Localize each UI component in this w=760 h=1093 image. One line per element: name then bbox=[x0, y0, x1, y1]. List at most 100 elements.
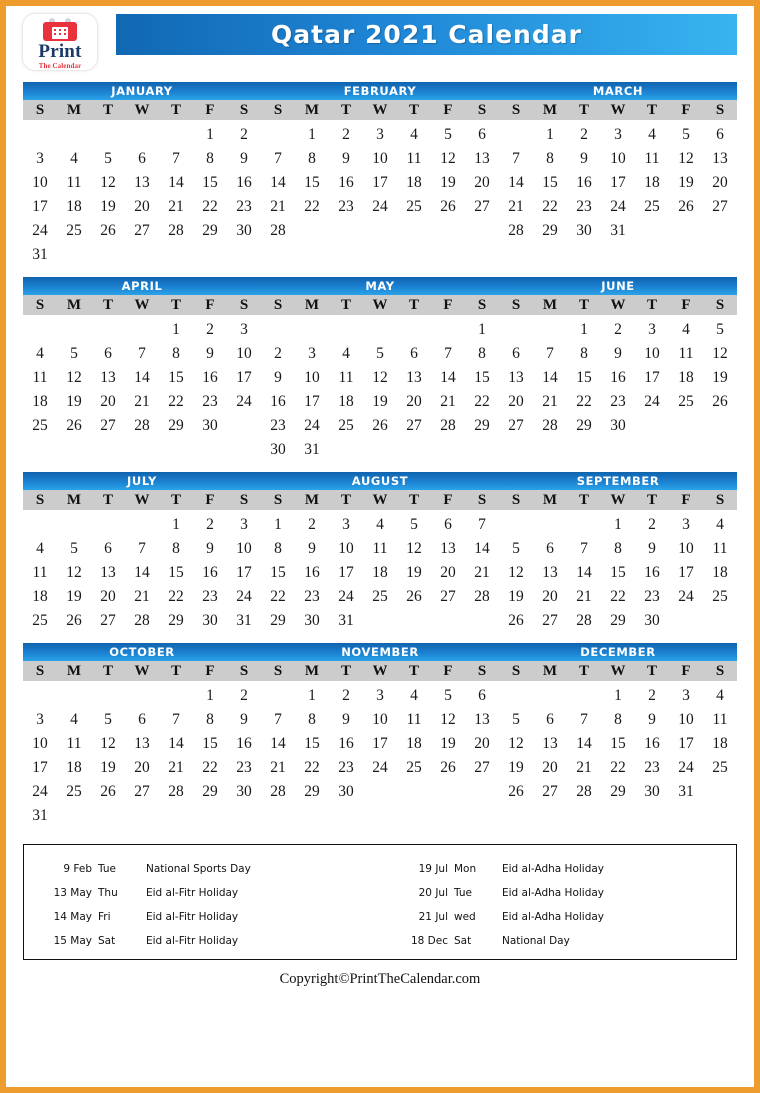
day-cell[interactable]: 24 bbox=[23, 780, 57, 804]
day-cell[interactable]: 16 bbox=[567, 171, 601, 195]
day-cell[interactable]: 4 bbox=[23, 537, 57, 561]
day-cell[interactable]: 15 bbox=[193, 732, 227, 756]
day-cell[interactable]: 24 bbox=[669, 756, 703, 780]
day-cell[interactable]: 13 bbox=[91, 366, 125, 390]
day-cell[interactable]: 10 bbox=[669, 537, 703, 561]
day-cell[interactable]: 4 bbox=[635, 123, 669, 147]
day-cell[interactable]: 12 bbox=[91, 171, 125, 195]
day-cell[interactable]: 14 bbox=[125, 366, 159, 390]
day-cell[interactable]: 5 bbox=[431, 684, 465, 708]
day-cell[interactable]: 26 bbox=[499, 609, 533, 633]
day-cell[interactable]: 8 bbox=[465, 342, 499, 366]
day-cell[interactable]: 16 bbox=[193, 561, 227, 585]
day-cell[interactable]: 1 bbox=[261, 513, 295, 537]
day-cell[interactable]: 14 bbox=[261, 171, 295, 195]
day-cell[interactable]: 18 bbox=[635, 171, 669, 195]
day-cell[interactable]: 25 bbox=[57, 219, 91, 243]
day-cell[interactable]: 18 bbox=[397, 732, 431, 756]
day-cell[interactable]: 29 bbox=[533, 219, 567, 243]
day-cell[interactable]: 27 bbox=[125, 780, 159, 804]
day-cell[interactable]: 12 bbox=[499, 732, 533, 756]
day-cell[interactable]: 14 bbox=[125, 561, 159, 585]
day-cell[interactable]: 7 bbox=[125, 537, 159, 561]
day-cell[interactable]: 27 bbox=[465, 195, 499, 219]
day-cell[interactable]: 27 bbox=[465, 756, 499, 780]
day-cell[interactable]: 20 bbox=[397, 390, 431, 414]
day-cell[interactable]: 28 bbox=[431, 414, 465, 438]
day-cell[interactable]: 11 bbox=[703, 708, 737, 732]
day-cell[interactable]: 19 bbox=[431, 171, 465, 195]
day-cell[interactable]: 10 bbox=[227, 537, 261, 561]
day-cell[interactable]: 6 bbox=[533, 708, 567, 732]
day-cell[interactable]: 22 bbox=[465, 390, 499, 414]
day-cell[interactable]: 29 bbox=[159, 609, 193, 633]
day-cell[interactable]: 17 bbox=[363, 171, 397, 195]
day-cell[interactable]: 20 bbox=[465, 732, 499, 756]
day-cell[interactable]: 7 bbox=[159, 147, 193, 171]
day-cell[interactable]: 24 bbox=[601, 195, 635, 219]
day-cell[interactable]: 3 bbox=[227, 513, 261, 537]
day-cell[interactable]: 8 bbox=[159, 537, 193, 561]
day-cell[interactable]: 14 bbox=[159, 171, 193, 195]
day-cell[interactable]: 2 bbox=[295, 513, 329, 537]
day-cell[interactable]: 12 bbox=[57, 561, 91, 585]
day-cell[interactable]: 28 bbox=[125, 609, 159, 633]
day-cell[interactable]: 30 bbox=[227, 219, 261, 243]
day-cell[interactable]: 7 bbox=[261, 708, 295, 732]
day-cell[interactable]: 7 bbox=[159, 708, 193, 732]
day-cell[interactable]: 15 bbox=[193, 171, 227, 195]
day-cell[interactable]: 5 bbox=[669, 123, 703, 147]
day-cell[interactable]: 10 bbox=[295, 366, 329, 390]
day-cell[interactable]: 18 bbox=[329, 390, 363, 414]
day-cell[interactable]: 8 bbox=[295, 147, 329, 171]
day-cell[interactable]: 4 bbox=[57, 147, 91, 171]
day-cell[interactable]: 16 bbox=[329, 171, 363, 195]
day-cell[interactable]: 26 bbox=[91, 780, 125, 804]
day-cell[interactable]: 2 bbox=[261, 342, 295, 366]
day-cell[interactable]: 22 bbox=[193, 756, 227, 780]
day-cell[interactable]: 10 bbox=[601, 147, 635, 171]
day-cell[interactable]: 12 bbox=[499, 561, 533, 585]
day-cell[interactable]: 31 bbox=[227, 609, 261, 633]
day-cell[interactable]: 3 bbox=[295, 342, 329, 366]
day-cell[interactable]: 26 bbox=[431, 756, 465, 780]
day-cell[interactable]: 14 bbox=[567, 561, 601, 585]
day-cell[interactable]: 26 bbox=[363, 414, 397, 438]
day-cell[interactable]: 22 bbox=[533, 195, 567, 219]
day-cell[interactable]: 7 bbox=[567, 708, 601, 732]
day-cell[interactable]: 8 bbox=[193, 147, 227, 171]
day-cell[interactable]: 3 bbox=[23, 147, 57, 171]
day-cell[interactable]: 19 bbox=[669, 171, 703, 195]
day-cell[interactable]: 5 bbox=[499, 537, 533, 561]
day-cell[interactable]: 15 bbox=[159, 366, 193, 390]
day-cell[interactable]: 10 bbox=[227, 342, 261, 366]
day-cell[interactable]: 20 bbox=[91, 390, 125, 414]
day-cell[interactable]: 21 bbox=[431, 390, 465, 414]
day-cell[interactable]: 24 bbox=[23, 219, 57, 243]
day-cell[interactable]: 10 bbox=[23, 171, 57, 195]
day-cell[interactable]: 16 bbox=[295, 561, 329, 585]
day-cell[interactable]: 1 bbox=[465, 318, 499, 342]
day-cell[interactable]: 23 bbox=[193, 390, 227, 414]
day-cell[interactable]: 5 bbox=[363, 342, 397, 366]
day-cell[interactable]: 9 bbox=[635, 537, 669, 561]
day-cell[interactable]: 11 bbox=[23, 561, 57, 585]
day-cell[interactable]: 11 bbox=[329, 366, 363, 390]
day-cell[interactable]: 1 bbox=[295, 123, 329, 147]
day-cell[interactable]: 11 bbox=[669, 342, 703, 366]
day-cell[interactable]: 16 bbox=[329, 732, 363, 756]
day-cell[interactable]: 17 bbox=[669, 561, 703, 585]
day-cell[interactable]: 27 bbox=[397, 414, 431, 438]
day-cell[interactable]: 28 bbox=[125, 414, 159, 438]
day-cell[interactable]: 5 bbox=[57, 537, 91, 561]
day-cell[interactable]: 13 bbox=[465, 147, 499, 171]
day-cell[interactable]: 8 bbox=[295, 708, 329, 732]
day-cell[interactable]: 7 bbox=[533, 342, 567, 366]
day-cell[interactable]: 18 bbox=[703, 561, 737, 585]
day-cell[interactable]: 17 bbox=[23, 195, 57, 219]
day-cell[interactable]: 29 bbox=[193, 219, 227, 243]
day-cell[interactable]: 2 bbox=[567, 123, 601, 147]
day-cell[interactable]: 10 bbox=[23, 732, 57, 756]
day-cell[interactable]: 1 bbox=[159, 318, 193, 342]
day-cell[interactable]: 20 bbox=[431, 561, 465, 585]
